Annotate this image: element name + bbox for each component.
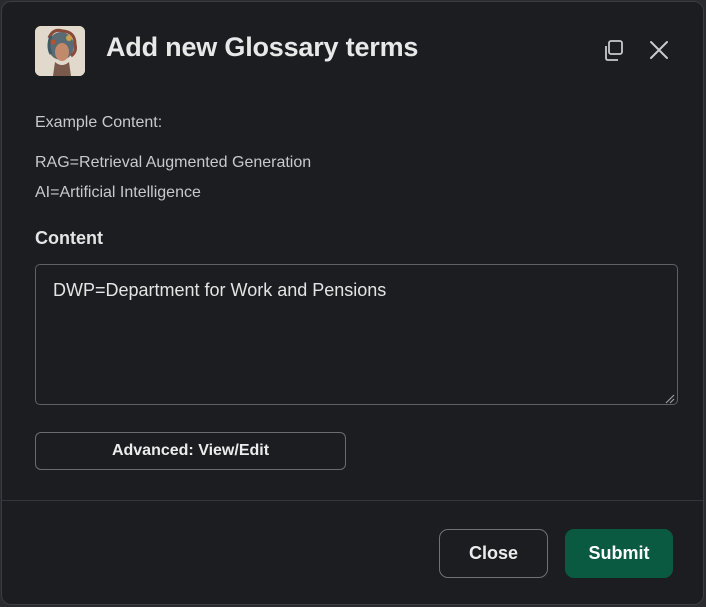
content-label: Content [35,228,103,248]
resize-handle-icon[interactable] [664,391,675,404]
close-button[interactable]: Close [439,529,548,578]
bot-avatar-icon [35,26,85,76]
advanced-view-edit-button[interactable]: Advanced: View/Edit [35,432,346,470]
example-content-label: Example Content: [35,114,163,131]
footer-divider [2,500,703,501]
glossary-modal: Add new Glossary terms Example Content: … [1,1,704,605]
modal-header: Add new Glossary terms [2,2,703,98]
close-icon[interactable] [644,36,674,66]
copy-icon[interactable] [599,36,629,66]
modal-title: Add new Glossary terms [106,32,419,62]
content-textarea[interactable] [35,264,678,405]
submit-button[interactable]: Submit [565,529,673,578]
example-line: AI=Artificial Intelligence [35,184,201,201]
example-line: RAG=Retrieval Augmented Generation [35,154,312,171]
